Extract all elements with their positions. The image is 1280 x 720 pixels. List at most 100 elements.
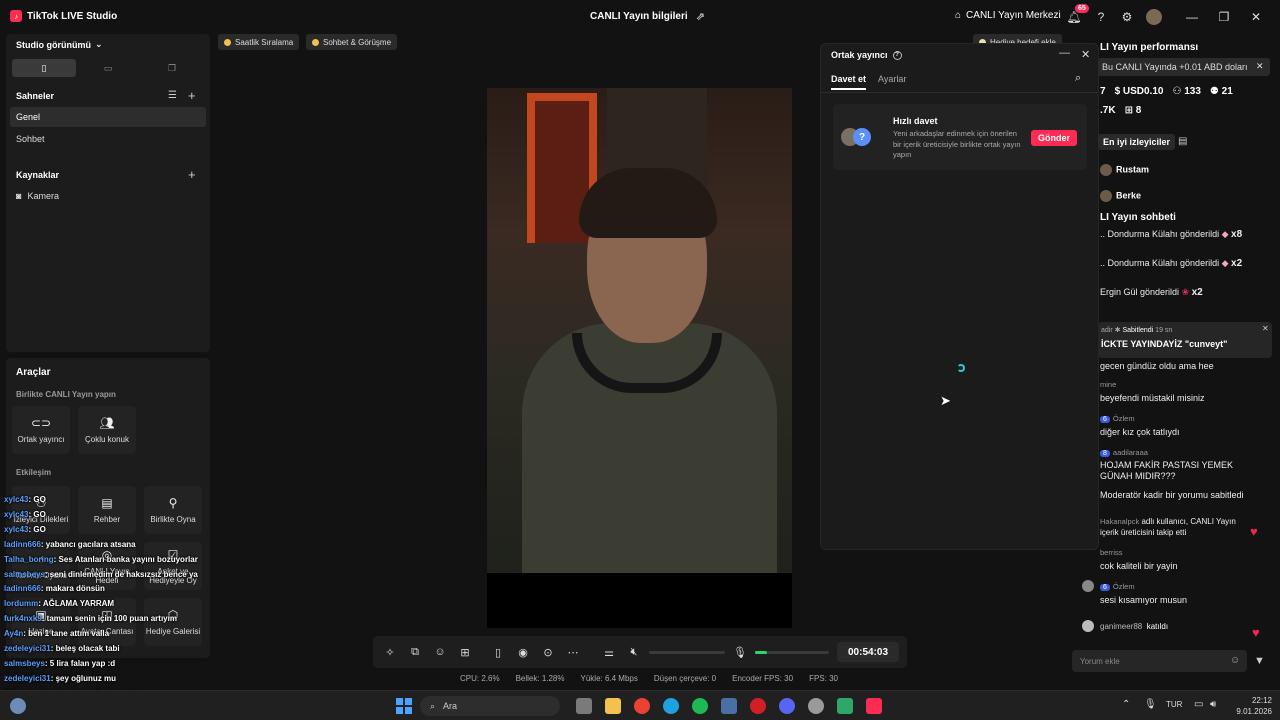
comment-placeholder: Yorum ekle xyxy=(1080,656,1120,666)
cohost-title-text: Ortak yayıncı xyxy=(831,50,888,60)
weather-icon[interactable] xyxy=(10,698,26,714)
users-icon: 👥︎ xyxy=(99,416,115,430)
overlay-chat-line: furk4nxk9: tamam senin için 100 puan art… xyxy=(4,612,220,627)
portrait-layout-button[interactable]: ▯ xyxy=(12,59,76,77)
stat-value: 7 xyxy=(1100,86,1106,97)
clock[interactable]: 22:12 9.01.2026 xyxy=(1232,695,1272,717)
app-icon[interactable] xyxy=(808,698,824,714)
magic-icon[interactable]: ✧ xyxy=(383,645,397,659)
comment-input[interactable]: Yorum ekle ☺ xyxy=(1072,650,1247,672)
source-item-camera[interactable]: ◙ Kamera xyxy=(10,186,206,206)
mic-volume-slider[interactable] xyxy=(755,651,829,654)
speaker-muted-icon[interactable]: 🔇︎ xyxy=(627,645,641,659)
app-icon[interactable] xyxy=(721,698,737,714)
minimize-icon[interactable]: — xyxy=(1184,9,1200,25)
close-dialog-icon[interactable]: ✕ xyxy=(1081,48,1090,61)
landscape-layout-button[interactable]: ▭ xyxy=(76,59,140,77)
top-viewers-tab[interactable]: En iyi izleyiciler xyxy=(1098,134,1176,150)
search-icon: ⌕ xyxy=(430,700,436,711)
help-icon[interactable]: ? xyxy=(1093,9,1109,25)
microphone-icon[interactable]: 🎙︎ xyxy=(733,645,747,659)
studio-view-dropdown[interactable]: Studio görünümü ⌄ xyxy=(16,39,103,50)
minimize-dialog-icon[interactable]: — xyxy=(1059,47,1070,59)
chat-username: Hakanalpck xyxy=(1100,517,1140,526)
cohost-tool-button[interactable]: ⊂⊃ Ortak yayıncı xyxy=(12,406,70,454)
multi-guest-tool-button[interactable]: 👥︎ Çoklu konuk xyxy=(78,406,136,454)
tab-settings[interactable]: Ayarlar xyxy=(878,74,906,84)
promo-text: Bu CANLI Yayında +0.01 ABD doları xyxy=(1102,62,1248,72)
send-invite-button[interactable]: Gönder xyxy=(1031,130,1077,146)
windows-start-icon[interactable] xyxy=(396,698,412,714)
overlay-chat-line: ladinn666: makara dönsün xyxy=(4,582,220,597)
overlay-chat: xylc43: GO xylc43: GO xylc43: GO ladinn666:… xyxy=(4,493,220,717)
network-icon[interactable]: ▭ xyxy=(1194,699,1203,710)
live-center-button[interactable]: ⌂ CANLI Yayın Merkezi xyxy=(955,10,1061,21)
chat-message: beyefendi müstakil misiniz xyxy=(1100,393,1205,403)
add-source-icon[interactable]: + xyxy=(188,167,196,182)
fps-status: FPS: 30 xyxy=(809,674,838,683)
dropped-frames-status: Düşen çerçeve: 0 xyxy=(653,674,717,683)
tab-invite[interactable]: Davet et xyxy=(831,74,867,90)
emoji-icon[interactable]: ☺ xyxy=(1230,655,1240,666)
cohost-title: Ortak yayıncı ? xyxy=(831,50,902,60)
sticker-icon[interactable]: ☺ xyxy=(433,645,447,659)
language-indicator[interactable]: TUR xyxy=(1166,700,1182,709)
tiktok-live-icon[interactable] xyxy=(866,698,882,714)
phone-icon[interactable]: ▯ xyxy=(491,645,505,659)
right-panel: LI Yayın performansı Bu CANLI Yayında +0… xyxy=(1082,34,1276,684)
more-icon[interactable]: ⋯ xyxy=(566,645,580,659)
discord-icon[interactable] xyxy=(779,698,795,714)
screenshot-icon[interactable]: ⊙ xyxy=(541,645,555,659)
add-media-icon[interactable]: ⊞ xyxy=(458,645,472,659)
close-promo-icon[interactable]: ✕ xyxy=(1256,61,1264,72)
taskbar-search[interactable]: ⌕ Ara xyxy=(420,696,560,716)
record-icon[interactable]: ◉ xyxy=(516,645,530,659)
list-icon[interactable]: ▤ xyxy=(1178,136,1187,147)
app-icon[interactable] xyxy=(837,698,853,714)
effects-icon[interactable]: ⧉ xyxy=(408,645,422,659)
scene-item-genel[interactable]: Genel xyxy=(10,107,206,127)
live-info-button[interactable]: CANLI Yayın bilgileri ⇗ xyxy=(590,10,705,23)
hourly-ranking-chip[interactable]: Saatlik Sıralama xyxy=(218,34,300,50)
chevron-up-icon[interactable]: ⌃ xyxy=(1122,699,1130,710)
taskbar: ⌕ Ara ⌃ 🎙︎ TUR ▭ 🔊︎ 22:12 9.01.2026 xyxy=(0,690,1280,720)
gift-message: Ergin Gül gönderildi ❀ x2 xyxy=(1100,287,1203,298)
follow-notice: Hakanalpck adlı kullanıcı, CANLI Yayın i… xyxy=(1100,516,1252,538)
gear-icon[interactable]: ⚙ xyxy=(1119,9,1135,25)
microphone-icon[interactable]: 🎙︎ xyxy=(1144,699,1157,710)
dual-layout-button[interactable]: ❐ xyxy=(140,59,204,77)
search-icon[interactable]: ⌕ xyxy=(1075,72,1081,85)
interaction-title: Etkileşim xyxy=(16,468,52,477)
close-pinned-icon[interactable]: ✕ xyxy=(1262,324,1269,333)
speaker-volume-slider[interactable] xyxy=(649,651,725,654)
avatar[interactable] xyxy=(1146,9,1162,25)
gift-multiplier: x8 xyxy=(1231,229,1243,240)
home-icon: ⌂ xyxy=(955,10,962,21)
volume-icon[interactable]: 🔊︎ xyxy=(1210,699,1216,710)
chrome-icon[interactable] xyxy=(634,698,650,714)
level-badge: 6 xyxy=(1100,416,1110,423)
overlay-chat-line: zedeleyici31: beleş olacak tabi xyxy=(4,642,220,657)
maximize-icon[interactable]: ❐ xyxy=(1216,9,1232,25)
overlay-chat-text: : tamam senin için 100 puan artıyım xyxy=(41,614,177,624)
task-view-icon[interactable] xyxy=(576,698,592,714)
add-scene-icon[interactable]: + xyxy=(188,88,196,103)
sources-title: Kaynaklar xyxy=(16,170,60,180)
close-icon[interactable]: ✕ xyxy=(1248,9,1264,25)
chat-meeting-chip[interactable]: Sohbet & Görüşme xyxy=(306,34,398,50)
search-label: Ara xyxy=(443,701,458,711)
scene-item-sohbet[interactable]: Sohbet xyxy=(10,129,206,149)
list-icon[interactable]: ☰ xyxy=(168,90,177,101)
chat-message: sesi kısamıyor musun xyxy=(1100,595,1188,605)
filter-icon[interactable]: ▼ xyxy=(1254,655,1265,667)
mixer-icon[interactable]: ⚌ xyxy=(602,645,616,659)
opera-icon[interactable] xyxy=(750,698,766,714)
gift-multiplier: x2 xyxy=(1231,258,1243,269)
spotify-icon[interactable] xyxy=(692,698,708,714)
edge-icon[interactable] xyxy=(663,698,679,714)
overlay-chat-user: zedeleyici31 xyxy=(4,673,51,683)
file-explorer-icon[interactable] xyxy=(605,698,621,714)
overlay-chat-text: : AĞLAMA YARRAM xyxy=(38,599,115,609)
promo-banner: Bu CANLI Yayında +0.01 ABD doları ✕ xyxy=(1098,58,1270,76)
overlay-chat-line: salmsbeys: seni dinlemedim de haksızsız … xyxy=(4,568,220,583)
